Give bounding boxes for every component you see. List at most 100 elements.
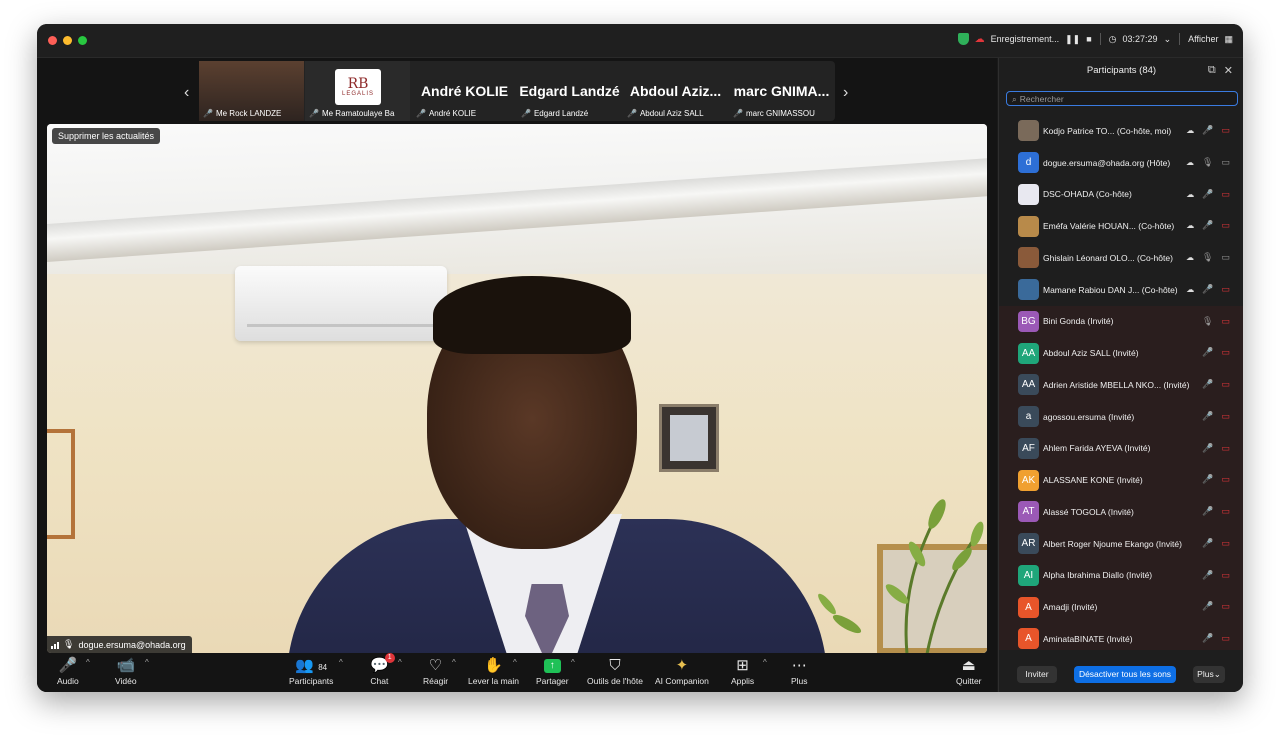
camera-off-icon[interactable]: ▭ xyxy=(1221,220,1230,231)
audio-options-caret-icon[interactable]: ^ xyxy=(86,658,90,667)
participant-row[interactable]: d dogue.ersuma@ohada.org (Hôte) ☁ 🎙 ▭ xyxy=(999,147,1243,179)
camera-off-icon[interactable]: ▭ xyxy=(1221,570,1230,581)
camera-off-icon[interactable]: ▭ xyxy=(1221,443,1230,454)
participant-row[interactable]: AF Ahlem Farida AYEVA (Invité) 🎤 ▭ xyxy=(999,432,1243,465)
invite-button[interactable]: Inviter xyxy=(1017,666,1057,683)
participant-row[interactable]: AT Alassé TOGOLA (Invité) 🎤 ▭ xyxy=(999,496,1243,528)
pause-recording-icon[interactable]: ❚❚ xyxy=(1065,34,1080,45)
camera-off-icon[interactable]: ▭ xyxy=(1221,474,1230,485)
participant-row[interactable]: BG Bini Gonda (Invité) 🎙 ▭ xyxy=(999,305,1243,338)
mic-muted-icon[interactable]: 🎤 xyxy=(1202,570,1213,581)
strip-tile-label: 🎤 André KOLIE xyxy=(416,109,476,118)
remove-highlights-button[interactable]: Supprimer les actualités xyxy=(52,128,161,144)
active-speaker-video[interactable]: Supprimer les actualités 🎙 dogue.ersuma@… xyxy=(47,124,987,653)
camera-off-icon[interactable]: ▭ xyxy=(1221,379,1230,390)
participant-row[interactable]: A AminataBINATE (Invité) 🎤 ▭ xyxy=(999,623,1243,650)
mic-muted-icon: 🎤 xyxy=(521,109,531,118)
participants-caret-icon[interactable]: ^ xyxy=(339,658,343,667)
chevron-down-icon[interactable]: ⌄ xyxy=(1164,34,1172,45)
maximize-window-button[interactable] xyxy=(78,36,87,45)
pop-out-icon[interactable]: ⧉ xyxy=(1208,64,1216,77)
mic-muted-icon[interactable]: 🎤 xyxy=(1202,347,1213,358)
close-icon[interactable]: ✕ xyxy=(1224,64,1233,77)
quit-button[interactable]: ⏏ Quitter xyxy=(956,656,982,686)
strip-tile[interactable]: Abdoul Aziz... 🎤 Abdoul Aziz SALL xyxy=(623,61,728,121)
host-tools-button[interactable]: ⛉ Outils de l'hôte xyxy=(587,656,643,686)
view-button[interactable]: Afficher xyxy=(1188,34,1218,44)
audio-button[interactable]: 🎤 Audio xyxy=(57,656,79,686)
participant-row[interactable]: DSC-OHADA (Co-hôte) ☁ 🎤 ▭ xyxy=(999,179,1243,211)
participant-row[interactable]: AR Albert Roger Njoume Ekango (Invité) 🎤 ▭ xyxy=(999,527,1243,560)
camera-off-icon[interactable]: ▭ xyxy=(1221,316,1230,327)
camera-icon[interactable]: ▭ xyxy=(1221,157,1230,168)
apps-button[interactable]: ⊞ Applis xyxy=(731,656,754,686)
camera-off-icon[interactable]: ▭ xyxy=(1221,125,1230,136)
react-button[interactable]: ♡ Réagir xyxy=(423,656,448,686)
cloud-record-icon: ☁ xyxy=(974,33,985,45)
raise-hand-button[interactable]: ✋ Lever la main xyxy=(468,656,519,686)
mic-muted-icon[interactable]: 🎤 xyxy=(1202,125,1213,136)
chat-button[interactable]: 💬 1 Chat xyxy=(370,653,395,686)
share-caret-icon[interactable]: ^ xyxy=(571,658,575,667)
mic-muted-icon[interactable]: 🎤 xyxy=(1202,474,1213,485)
participant-search-input[interactable]: ⌕ Rechercher xyxy=(1006,91,1238,106)
camera-off-icon[interactable]: ▭ xyxy=(1221,506,1230,517)
participant-row[interactable]: AA Abdoul Aziz SALL (Invité) 🎤 ▭ xyxy=(999,337,1243,369)
mic-muted-icon[interactable]: 🎤 xyxy=(1202,284,1213,295)
participants-button[interactable]: 👥 84 Participants xyxy=(289,656,333,686)
mute-all-button[interactable]: Désactiver tous les sons xyxy=(1074,666,1176,683)
mic-muted-icon[interactable]: 🎤 xyxy=(1202,506,1213,517)
strip-next-arrow-icon[interactable]: › xyxy=(843,84,848,102)
participant-row[interactable]: Ghislain Léonard OLO... (Co-hôte) ☁ 🎙 ▭ xyxy=(999,242,1243,274)
camera-off-icon[interactable]: ▭ xyxy=(1221,284,1230,295)
mic-muted-icon[interactable]: 🎤 xyxy=(1202,189,1213,200)
participant-row[interactable]: AK ALASSANE KONE (Invité) 🎤 ▭ xyxy=(999,464,1243,496)
stop-recording-icon[interactable]: ■ xyxy=(1086,34,1091,44)
participant-row[interactable]: Mamane Rabiou DAN J... (Co-hôte) ☁ 🎤 ▭ xyxy=(999,274,1243,306)
strip-tile[interactable]: RB LEGALIS 🎤 Me Ramatoulaye Ba xyxy=(305,61,410,121)
camera-off-icon[interactable]: ▭ xyxy=(1221,601,1230,612)
chat-caret-icon[interactable]: ^ xyxy=(398,658,402,667)
mic-icon[interactable]: 🎙 xyxy=(1202,316,1213,327)
grid-view-icon[interactable]: ▦ xyxy=(1224,34,1233,45)
strip-tile[interactable]: 🎤 Me Rock LANDZE xyxy=(199,61,304,121)
video-options-caret-icon[interactable]: ^ xyxy=(145,658,149,667)
camera-off-icon[interactable]: ▭ xyxy=(1221,633,1230,644)
frame-picture xyxy=(670,415,708,461)
participant-row[interactable]: Kodjo Patrice TO... (Co-hôte, moi) ☁ 🎤 ▭ xyxy=(999,115,1243,147)
mic-muted-icon[interactable]: 🎤 xyxy=(1202,601,1213,612)
camera-off-icon[interactable]: ▭ xyxy=(1221,411,1230,422)
camera-off-icon[interactable]: ▭ xyxy=(1221,538,1230,549)
participant-row[interactable]: AI Alpha Ibrahima Diallo (Invité) 🎤 ▭ xyxy=(999,559,1243,592)
mic-muted-icon[interactable]: 🎤 xyxy=(1202,379,1213,390)
participant-row[interactable]: Eméfa Valérie HOUAN... (Co-hôte) ☁ 🎤 ▭ xyxy=(999,210,1243,242)
mic-muted-icon[interactable]: 🎤 xyxy=(1202,538,1213,549)
participant-row[interactable]: A Amadji (Invité) 🎤 ▭ xyxy=(999,591,1243,623)
camera-off-icon[interactable]: ▭ xyxy=(1221,347,1230,358)
camera-icon[interactable]: ▭ xyxy=(1221,252,1230,263)
security-shield-icon[interactable] xyxy=(957,33,969,45)
mic-icon[interactable]: 🎙 xyxy=(1202,252,1213,263)
mic-muted-icon[interactable]: 🎤 xyxy=(1202,633,1213,644)
minimize-window-button[interactable] xyxy=(63,36,72,45)
strip-tile[interactable]: marc GNIMA... 🎤 marc GNIMASSOU xyxy=(729,61,834,121)
strip-tile[interactable]: André KOLIE 🎤 André KOLIE xyxy=(412,61,517,121)
apps-caret-icon[interactable]: ^ xyxy=(763,658,767,667)
participant-row[interactable]: AA Adrien Aristide MBELLA NKO... (Invité)… xyxy=(999,369,1243,401)
camera-off-icon[interactable]: ▭ xyxy=(1221,189,1230,200)
share-button[interactable]: ↑ Partager xyxy=(536,656,569,686)
close-window-button[interactable] xyxy=(48,36,57,45)
more-options-button[interactable]: Plus⌄ xyxy=(1193,666,1225,683)
raise-hand-caret-icon[interactable]: ^ xyxy=(513,658,517,667)
react-caret-icon[interactable]: ^ xyxy=(452,658,456,667)
mic-muted-icon[interactable]: 🎤 xyxy=(1202,411,1213,422)
ai-companion-button[interactable]: ✦ AI Companion xyxy=(655,656,709,686)
video-button[interactable]: 📹 Vidéo xyxy=(115,656,137,686)
strip-tile[interactable]: Edgard Landzé 🎤 Edgard Landzé xyxy=(517,61,622,121)
mic-muted-icon[interactable]: 🎤 xyxy=(1202,220,1213,231)
strip-prev-arrow-icon[interactable]: ‹ xyxy=(184,84,189,102)
more-button[interactable]: ⋯ Plus xyxy=(791,656,808,686)
mic-icon[interactable]: 🎙 xyxy=(1202,157,1213,168)
participant-row[interactable]: a agossou.ersuma (Invité) 🎤 ▭ xyxy=(999,400,1243,433)
mic-muted-icon[interactable]: 🎤 xyxy=(1202,443,1213,454)
